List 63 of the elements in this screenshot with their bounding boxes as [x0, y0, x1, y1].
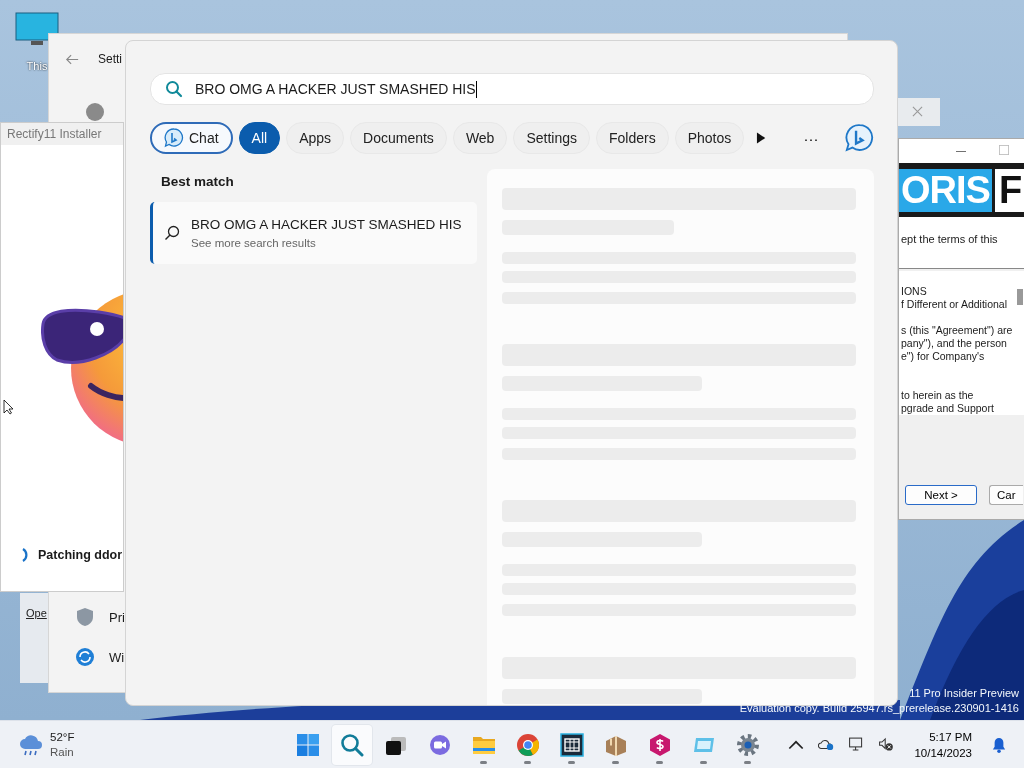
rain-cloud-icon [18, 732, 44, 757]
shield-icon [75, 607, 95, 627]
license-text-box[interactable]: IONS f Different or Additional s (this "Agreement") are pany"), and the person e") for Company's to herein as the pgrade and Support [899, 271, 1024, 415]
license-text-line: pgrade and Support [901, 402, 995, 415]
notification-bell-icon[interactable] [992, 736, 1006, 753]
weather-condition: Rain [50, 744, 75, 760]
filter-tab[interactable]: Folders [596, 122, 669, 154]
cancel-button[interactable]: Car [989, 485, 1023, 505]
play-icon[interactable] [756, 132, 766, 144]
browser-icon [516, 732, 540, 757]
link[interactable]: Ope [26, 607, 47, 619]
filter-tab[interactable]: Photos [674, 122, 745, 154]
watermark-text: 11 Pro Insider Preview [909, 686, 1019, 701]
filter-tab[interactable]: Apps [286, 122, 345, 154]
license-text-line: IONS [901, 285, 928, 298]
license-text-line: f Different or Additional [901, 298, 1009, 311]
status-text: Patching ddor [38, 548, 123, 562]
clock[interactable]: 5:17 PM 10/14/2023 [914, 728, 972, 761]
section-heading: Best match [161, 174, 235, 189]
cursor-icon [3, 399, 13, 415]
search-field[interactable]: BRO OMG A HACKER JUST SMASHED HIS [150, 73, 874, 105]
spinner-icon [21, 547, 29, 563]
settings-item[interactable]: Pri [109, 609, 125, 625]
filter-tab[interactable]: All [238, 122, 281, 154]
start-icon [296, 732, 320, 757]
more-button[interactable]: ··· [803, 129, 819, 147]
hexagon-icon [648, 732, 672, 757]
filter-tab[interactable]: Web [452, 122, 508, 154]
search-icon [340, 732, 364, 757]
window-title: Setti [98, 52, 122, 66]
license-text-line: pany"), and the person [901, 337, 1008, 350]
result-title: BRO OMG A HACKER JUST SMASHED HIS [191, 217, 462, 232]
search-icon [165, 80, 183, 98]
back-arrow-icon[interactable] [65, 54, 79, 65]
film-icon [560, 732, 584, 757]
chat-tab[interactable]: Chat [150, 122, 233, 154]
license-text-line: e") for Company's [901, 350, 986, 363]
banner-text: ORIS [899, 168, 992, 212]
result-subtitle: See more search results [191, 237, 317, 249]
window-title: Rectify11 Installer [7, 127, 102, 141]
next-button[interactable]: Next > [905, 485, 977, 505]
chat-icon[interactable] [844, 122, 874, 154]
scrollbar-thumb[interactable] [1017, 289, 1023, 305]
license-text-line: s (this "Agreement") are [901, 324, 1014, 337]
temperature: 52°F [50, 729, 75, 745]
settings-icon [736, 732, 760, 757]
banner-text: F [994, 168, 1024, 212]
video-chat-icon [428, 732, 452, 757]
settings-item[interactable]: Wi [109, 649, 125, 665]
chat-icon [164, 128, 184, 148]
monitor-icon[interactable] [848, 737, 865, 752]
filter-tab[interactable]: Settings [513, 122, 590, 154]
instruction-text: ept the terms of this [901, 233, 998, 245]
refresh-icon [75, 647, 95, 667]
speaker-muted-icon[interactable] [878, 737, 895, 752]
filter-tab[interactable]: Documents [350, 122, 447, 154]
search-result[interactable]: BRO OMG A HACKER JUST SMASHED HIS See more search results [150, 202, 477, 264]
license-text-line: to herein as the [901, 389, 975, 402]
cloud-icon[interactable] [818, 737, 835, 752]
minimize-icon[interactable] [956, 151, 966, 153]
search-icon [164, 225, 180, 241]
avatar-icon [85, 102, 105, 122]
monitor-icon [15, 12, 59, 46]
